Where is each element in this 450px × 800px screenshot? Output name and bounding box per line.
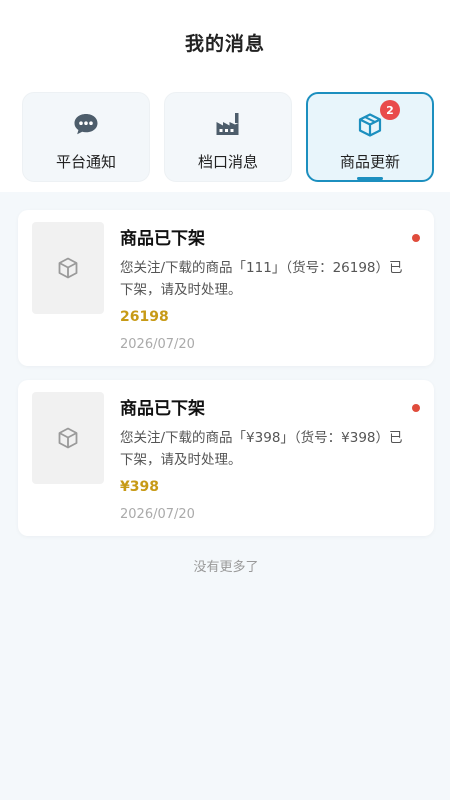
message-date: 2026/07/20	[120, 337, 195, 352]
message-title: 商品已下架	[120, 229, 205, 249]
tab-label: 平台通知	[55, 153, 116, 171]
tab-label: 商品更新	[339, 153, 400, 171]
unread-dot	[412, 404, 420, 412]
product-thumbnail	[32, 392, 104, 484]
message-description: 您关注/下载的商品「¥398」（货号：¥398）已下架，请及时处理。	[120, 430, 403, 468]
tab-stall-messages[interactable]: 档口消息	[164, 92, 292, 182]
product-thumbnail	[32, 222, 104, 314]
message-card[interactable]: 商品已下架 您关注/下载的商品「111」（货号：26198）已下架，请及时处理。…	[18, 210, 434, 366]
message-content: 商品已下架 您关注/下载的商品「¥398」（货号：¥398）已下架，请及时处理。…	[120, 392, 420, 522]
header: 我的消息	[0, 0, 450, 84]
message-description: 您关注/下载的商品「111」（货号：26198）已下架，请及时处理。	[120, 260, 403, 298]
product-price: ¥398	[120, 479, 159, 495]
unread-count-badge: 2	[380, 100, 400, 120]
messages-page: 我的消息 平台通知 档口消息 2 商品更新 商品已下架 您关注/下载的商品「11…	[0, 0, 450, 800]
chat-bubble-icon	[71, 109, 101, 139]
box-placeholder-icon	[58, 427, 78, 449]
message-tabs: 平台通知 档口消息 2 商品更新	[0, 84, 450, 192]
message-list: 商品已下架 您关注/下载的商品「111」（货号：26198）已下架，请及时处理。…	[0, 192, 450, 575]
no-more-text: 没有更多了	[193, 560, 259, 575]
message-content: 商品已下架 您关注/下载的商品「111」（货号：26198）已下架，请及时处理。…	[120, 222, 420, 352]
page-title: 我的消息	[184, 32, 265, 55]
active-tab-indicator	[357, 177, 383, 180]
message-date: 2026/07/20	[120, 507, 195, 522]
factory-icon	[213, 109, 243, 139]
box-placeholder-icon	[58, 257, 78, 279]
message-card[interactable]: 商品已下架 您关注/下载的商品「¥398」（货号：¥398）已下架，请及时处理。…	[18, 380, 434, 536]
product-price: 26198	[120, 309, 169, 325]
tab-label: 档口消息	[197, 153, 258, 171]
unread-dot	[412, 234, 420, 242]
tab-platform-notice[interactable]: 平台通知	[22, 92, 150, 182]
message-title: 商品已下架	[120, 399, 205, 419]
tab-product-updates[interactable]: 2 商品更新	[306, 92, 434, 182]
